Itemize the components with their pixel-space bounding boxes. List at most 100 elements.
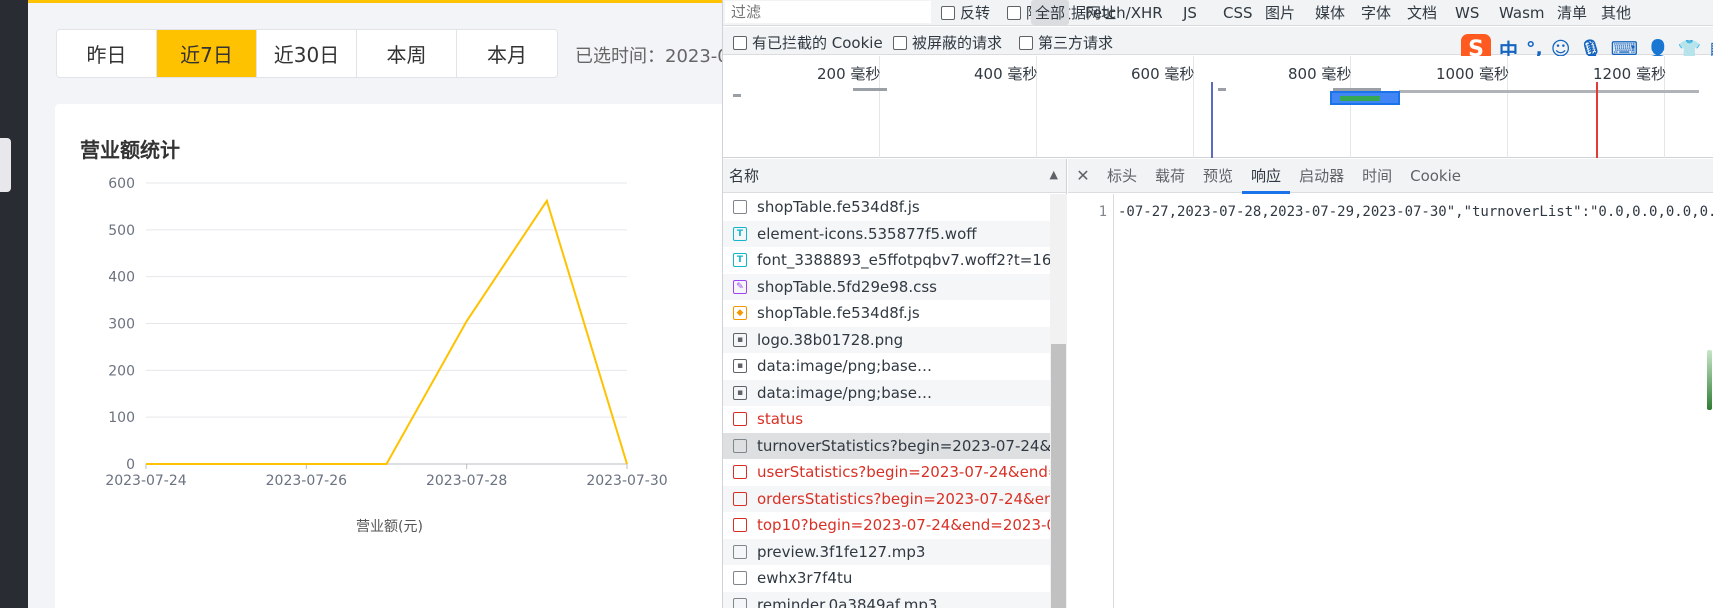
request-type-xhr-icon: [733, 518, 747, 533]
blocked-cookies-checkbox[interactable]: 有已拦截的 Cookie: [733, 32, 883, 53]
request-row[interactable]: userStatistics?begin=2023-07-24&end=202…: [723, 459, 1050, 486]
request-name: data:image/png;base…: [757, 383, 932, 402]
turnover-data-point[interactable]: [544, 198, 550, 204]
request-type-js-icon: ◆: [733, 306, 747, 321]
request-list-scrollbar[interactable]: [1050, 194, 1067, 608]
invert-checkbox-box[interactable]: [941, 5, 955, 20]
turnover-line-chart: 0 100 200 300 400 500 600 2023-07-24 2023-07-26 2…: [105, 176, 667, 535]
request-row[interactable]: Telement-icons.535877f5.woff: [723, 220, 1050, 247]
blocked-cookies-label: 有已拦截的 Cookie: [752, 34, 883, 52]
x-tick-label: 2023-07-26: [266, 473, 347, 489]
network-timeline-overview[interactable]: 200 毫秒 400 毫秒 600 毫秒 800 毫秒 1000 毫秒 1200…: [723, 56, 1713, 158]
blocked-requests-checkbox-box[interactable]: [893, 35, 907, 50]
request-list-panel: 名称 ▲ shopTable.fe534d8f.js Telement-icons…: [723, 159, 1067, 608]
type-filter-1[interactable]: Fetch/XHR: [1081, 0, 1167, 25]
name-column-header[interactable]: 名称 ▲: [723, 159, 1066, 193]
request-name: ewhx3r7f4tu: [757, 569, 853, 588]
request-row[interactable]: ◆ shopTable.fe534d8f.js: [723, 300, 1050, 327]
turnover-data-point[interactable]: [384, 461, 390, 467]
type-filter-5[interactable]: 媒体: [1311, 0, 1349, 25]
sidebar-collapse-handle[interactable]: [0, 138, 11, 192]
request-row[interactable]: preview.3f1fe127.mp3: [723, 538, 1050, 565]
request-type-img-icon: ▪: [733, 385, 747, 400]
turnover-data-point[interactable]: [464, 318, 470, 324]
request-row[interactable]: Tfont_3388893_e5ffotpqbv7.woff2?t=165406…: [723, 247, 1050, 274]
request-row[interactable]: reminder.0a3849af.mp3: [723, 591, 1050, 608]
request-list-scroll-thumb[interactable]: [1051, 344, 1066, 608]
type-filter-2[interactable]: JS: [1179, 0, 1201, 25]
turnover-data-point[interactable]: [143, 461, 149, 467]
request-type-img-icon: ▪: [733, 332, 747, 347]
request-name: userStatistics?begin=2023-07-24&end=202…: [757, 463, 1050, 482]
timeline-selected-bar: [1330, 91, 1400, 105]
third-party-checkbox[interactable]: 第三方请求: [1019, 32, 1113, 53]
response-scroll-indicator[interactable]: [1707, 350, 1712, 410]
type-filter-8[interactable]: WS: [1451, 0, 1483, 25]
type-filter-3[interactable]: CSS: [1219, 0, 1257, 25]
range-last30days-button[interactable]: 近30日: [257, 30, 357, 77]
type-filter-6[interactable]: 字体: [1357, 0, 1395, 25]
timeline-tick-label: 600 毫秒: [1131, 65, 1195, 83]
request-row[interactable]: turnoverStatistics?begin=2023-07-24&end=…: [723, 432, 1050, 459]
sort-up-icon[interactable]: ▲: [1050, 168, 1058, 181]
type-filter-7[interactable]: 文档: [1403, 0, 1441, 25]
request-row[interactable]: ▪ data:image/png;base…: [723, 379, 1050, 406]
request-type-font-icon: T: [733, 253, 747, 268]
timeline-tick-label: 400 毫秒: [974, 65, 1038, 83]
turnover-data-point[interactable]: [624, 461, 630, 467]
request-type-xhr-icon: [733, 438, 747, 453]
request-row[interactable]: shopTable.fe534d8f.js: [723, 194, 1050, 221]
type-filter-11[interactable]: 其他: [1597, 0, 1635, 25]
selected-time-label: 已选时间：2023-07: [575, 46, 722, 67]
detail-tab-6[interactable]: Cookie: [1401, 159, 1470, 193]
type-filter-4[interactable]: 图片: [1261, 0, 1299, 25]
request-type-img-icon: ▪: [733, 359, 747, 374]
y-tick-label: 0: [126, 457, 135, 473]
range-yesterday-button[interactable]: 昨日: [57, 30, 157, 77]
invert-checkbox[interactable]: 反转: [941, 2, 990, 23]
line-number-gutter: 1: [1068, 194, 1114, 608]
response-viewer: 1 -07-27,2023-07-28,2023-07-29,2023-07-3…: [1068, 194, 1713, 608]
request-name: preview.3f1fe127.mp3: [757, 542, 926, 561]
request-row[interactable]: ewhx3r7f4tu: [723, 565, 1050, 592]
y-tick-label: 100: [108, 410, 135, 426]
timeline-download-bar: [1340, 96, 1380, 101]
detail-tab-2[interactable]: 预览: [1194, 159, 1242, 193]
range-this-week-button[interactable]: 本周: [357, 30, 457, 77]
range-this-month-button[interactable]: 本月: [457, 30, 557, 77]
request-name: font_3388893_e5ffotpqbv7.woff2?t=165406…: [757, 251, 1050, 270]
detail-tab-5[interactable]: 时间: [1353, 159, 1401, 193]
turnover-data-point[interactable]: [223, 461, 229, 467]
close-detail-icon[interactable]: ✕: [1068, 166, 1098, 185]
hide-data-urls-checkbox-box[interactable]: [1007, 5, 1021, 20]
detail-tab-1[interactable]: 载荷: [1146, 159, 1194, 193]
type-filter-9[interactable]: Wasm: [1495, 0, 1549, 25]
blocked-requests-checkbox[interactable]: 被屏蔽的请求: [893, 32, 1002, 53]
y-tick-label: 500: [108, 223, 135, 239]
request-row[interactable]: ▪ logo.38b01728.png: [723, 326, 1050, 353]
blocked-cookies-checkbox-box[interactable]: [733, 35, 747, 50]
timeline-tick-label: 800 毫秒: [1288, 65, 1352, 83]
request-row[interactable]: top10?begin=2023-07-24&end=2023-07-30…: [723, 512, 1050, 539]
type-filter-10[interactable]: 清单: [1553, 0, 1591, 25]
timeline-request-bar: [733, 94, 741, 97]
response-code-line[interactable]: -07-27,2023-07-28,2023-07-29,2023-07-30"…: [1118, 204, 1713, 220]
filter-input[interactable]: [725, 1, 931, 23]
detail-tab-4[interactable]: 启动器: [1290, 159, 1353, 193]
request-name: shopTable.fe534d8f.js: [757, 304, 920, 323]
request-type-media-icon: [733, 597, 747, 608]
third-party-checkbox-box[interactable]: [1019, 35, 1033, 50]
range-last7days-button[interactable]: 近7日: [157, 30, 257, 77]
request-type-css-icon: ✎: [733, 279, 747, 294]
detail-tab-0[interactable]: 标头: [1098, 159, 1146, 193]
request-row[interactable]: status: [723, 406, 1050, 433]
turnover-data-point[interactable]: [303, 461, 309, 467]
request-name: shopTable.5fd29e98.css: [757, 277, 937, 296]
request-row[interactable]: ✎ shopTable.5fd29e98.css: [723, 273, 1050, 300]
request-type-doc-icon: [733, 571, 747, 586]
type-filter-0[interactable]: 全部: [1031, 0, 1070, 25]
request-row[interactable]: ▪ data:image/png;base…: [723, 353, 1050, 380]
detail-tab-3[interactable]: 响应: [1242, 159, 1291, 194]
request-row[interactable]: ordersStatistics?begin=2023-07-24&end=20…: [723, 485, 1050, 512]
timeline-tick-label: 1000 毫秒: [1436, 65, 1509, 83]
